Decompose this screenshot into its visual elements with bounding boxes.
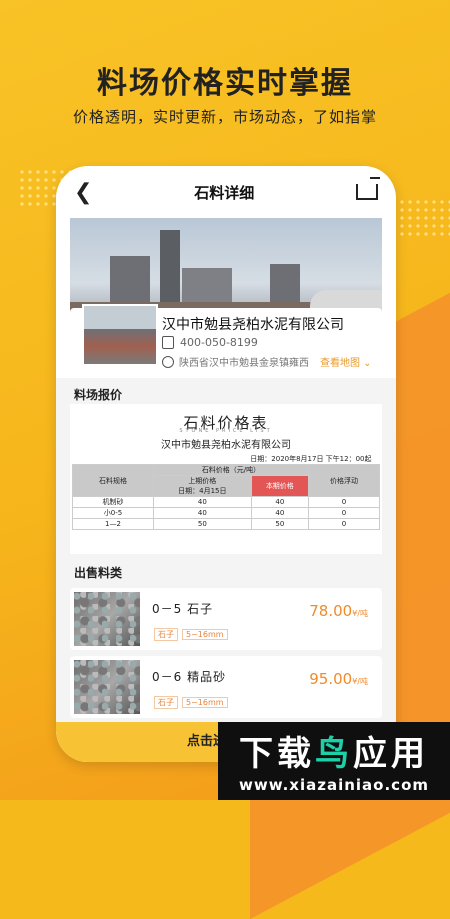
- product-tags: 石子 5~16mm: [154, 690, 232, 709]
- share-icon[interactable]: [355, 177, 380, 200]
- price-date: 日期：2020年8月17日 下午12：00起: [72, 454, 380, 465]
- col-header-price-group: 石料价格（元/吨）: [153, 464, 309, 476]
- table-row: 1—2 50 50 0: [72, 518, 380, 530]
- supplier-card: 汉中市勉县尧柏水泥有限公司 400-050-8199 陕西省汉中市勉县金泉镇雍西…: [70, 304, 382, 374]
- supplier-name: 汉中市勉县尧柏水泥有限公司: [162, 317, 344, 333]
- table-row: 机制砂 40 40 0: [72, 496, 380, 508]
- col-header-last: 上期价格 日期：4月15日: [153, 475, 252, 497]
- watermark: 下载鸟应用 www.xiazainiao.com: [218, 722, 450, 800]
- col-header-spec: 石料规格: [72, 464, 154, 497]
- product-item[interactable]: 0－6 精品砂 石子 5~16mm 95.00¥/吨: [70, 656, 382, 718]
- page-title: 石料详细: [194, 183, 255, 202]
- product-name: 0－5 石子: [152, 602, 214, 616]
- supplier-phone[interactable]: 400-050-8199: [162, 336, 258, 349]
- watermark-url: www.xiazainiao.com: [238, 776, 430, 794]
- view-map-link[interactable]: 查看地图 ⌄: [320, 354, 372, 369]
- phone-screen: ❮ 石料详细 汉中市勉县尧柏水泥有限公司 400-050-8199 陕西省汉中市…: [56, 166, 396, 762]
- product-price: 78.00¥/吨: [309, 602, 368, 620]
- promo-subline: 价格透明，实时更新，市场动态，了如指掌: [72, 108, 377, 126]
- product-image: [74, 592, 140, 646]
- promo-headline: 料场价格实时掌握: [97, 66, 353, 101]
- price-table: 日期：2020年8月17日 下午12：00起 石料规格 石料价格（元/吨） 价格…: [72, 454, 380, 530]
- phone-number: 400-050-8199: [180, 336, 258, 349]
- price-section-title: 料场报价: [74, 388, 123, 402]
- price-sheet-company: 汉中市勉县尧柏水泥有限公司: [161, 440, 291, 451]
- chevron-left-icon[interactable]: ❮: [74, 180, 92, 205]
- product-name: 0－6 精品砂: [152, 670, 227, 684]
- decor-dots: [398, 198, 450, 238]
- supplier-thumbnail: [82, 304, 158, 366]
- product-tags: 石子 5~16mm: [154, 622, 232, 641]
- price-sheet-subtitle: STONE PRICE LIST: [179, 428, 273, 434]
- product-image: [74, 660, 140, 714]
- product-price: 95.00¥/吨: [309, 670, 368, 688]
- address-text: 陕西省汉中市勉县金泉镇雍西: [179, 358, 309, 369]
- col-header-current: 本期价格: [250, 475, 310, 497]
- location-pin-icon: [162, 355, 174, 368]
- product-item[interactable]: 0－5 石子 石子 5~16mm 78.00¥/吨: [70, 588, 382, 650]
- watermark-title: 下载鸟应用: [239, 734, 429, 774]
- col-header-change: 价格浮动: [308, 464, 380, 497]
- nav-bar: ❮ 石料详细: [56, 166, 396, 218]
- phone-icon: [162, 336, 174, 349]
- sale-section-title: 出售料类: [74, 566, 123, 580]
- table-row: 小0-5 40 40 0: [72, 507, 380, 519]
- supplier-address: 陕西省汉中市勉县金泉镇雍西 查看地图 ⌄: [162, 354, 372, 369]
- price-sheet: 石料价格表 STONE PRICE LIST 汉中市勉县尧柏水泥有限公司 日期：…: [70, 404, 382, 554]
